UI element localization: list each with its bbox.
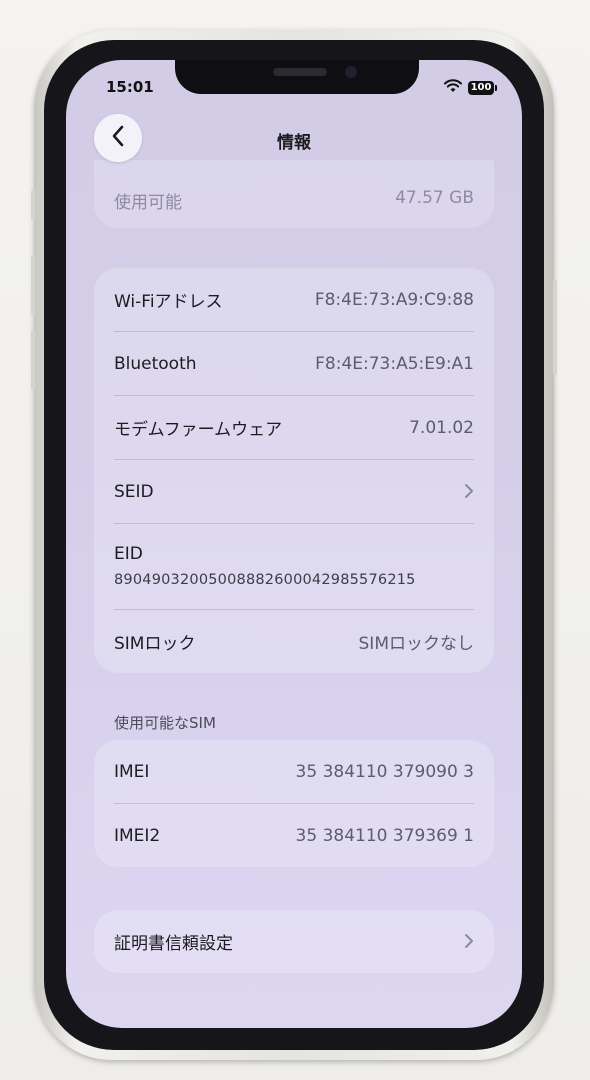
row-value: F8:4E:73:A9:C9:88 — [314, 289, 474, 310]
seid-row[interactable]: SEID — [114, 459, 474, 523]
phone-screen: 15:01 100 使用可能 47.57 GB 情報 Wi-Fiアドレス F8:… — [66, 60, 522, 1028]
phone-device: 15:01 100 使用可能 47.57 GB 情報 Wi-Fiアドレス F8:… — [31, 30, 557, 1060]
status-indicators: 100 — [444, 78, 497, 97]
network-card: Wi-Fiアドレス F8:4E:73:A9:C9:88 Bluetooth F8… — [94, 268, 494, 673]
status-time: 15:01 — [106, 78, 154, 96]
volume-up-button — [31, 255, 35, 315]
row-label: モデムファームウェア — [114, 420, 283, 440]
imei-row: IMEI 35 384110 379090 3 — [114, 740, 474, 803]
row-label: Wi-Fiアドレス — [114, 292, 223, 312]
cert-trust-card: 証明書信頼設定 — [94, 910, 494, 973]
power-button — [553, 280, 557, 375]
row-label: 証明書信頼設定 — [114, 934, 233, 954]
sim-card: IMEI 35 384110 379090 3 IMEI2 35 384110 … — [94, 740, 494, 867]
wifi-address-row: Wi-Fiアドレス F8:4E:73:A9:C9:88 — [114, 268, 474, 331]
cert-trust-settings-row[interactable]: 証明書信頼設定 — [114, 910, 474, 973]
row-value: SIMロックなし — [358, 634, 474, 654]
chevron-right-icon — [464, 480, 474, 504]
notch — [175, 60, 419, 94]
row-value: 35 384110 379369 1 — [295, 825, 474, 846]
eid-value: 89049032005008882600042985576215 — [114, 572, 416, 588]
row-label: IMEI2 — [114, 825, 161, 846]
ring-switch — [31, 190, 35, 220]
bluetooth-row: Bluetooth F8:4E:73:A5:E9:A1 — [114, 331, 474, 395]
chevron-right-icon — [464, 930, 474, 954]
storage-value: 47.57 GB — [395, 188, 474, 208]
row-value: 7.01.02 — [409, 417, 474, 438]
row-label: SIMロック — [114, 634, 196, 654]
phone-bezel: 15:01 100 使用可能 47.57 GB 情報 Wi-Fiアドレス F8:… — [44, 40, 544, 1050]
section-header-available-sim: 使用可能なSIM — [114, 714, 216, 732]
row-label: Bluetooth — [114, 353, 197, 374]
row-value: 35 384110 379090 3 — [295, 761, 474, 782]
row-label: SEID — [114, 481, 154, 502]
row-value: F8:4E:73:A5:E9:A1 — [315, 353, 474, 374]
wifi-icon — [444, 78, 462, 97]
page-title: 情報 — [277, 133, 311, 153]
storage-label: 使用可能 — [114, 193, 182, 213]
row-label: IMEI — [114, 761, 150, 782]
row-label: EID — [114, 544, 143, 564]
front-camera — [345, 66, 357, 78]
imei2-row: IMEI2 35 384110 379369 1 — [114, 803, 474, 867]
modem-firmware-row: モデムファームウェア 7.01.02 — [114, 395, 474, 459]
sim-lock-row: SIMロック SIMロックなし — [114, 609, 474, 673]
eid-row: EID 89049032005008882600042985576215 — [114, 523, 474, 609]
earpiece-speaker — [273, 68, 327, 76]
battery-icon: 100 — [468, 80, 497, 95]
volume-down-button — [31, 330, 35, 390]
storage-row: 使用可能 47.57 GB — [114, 188, 474, 213]
